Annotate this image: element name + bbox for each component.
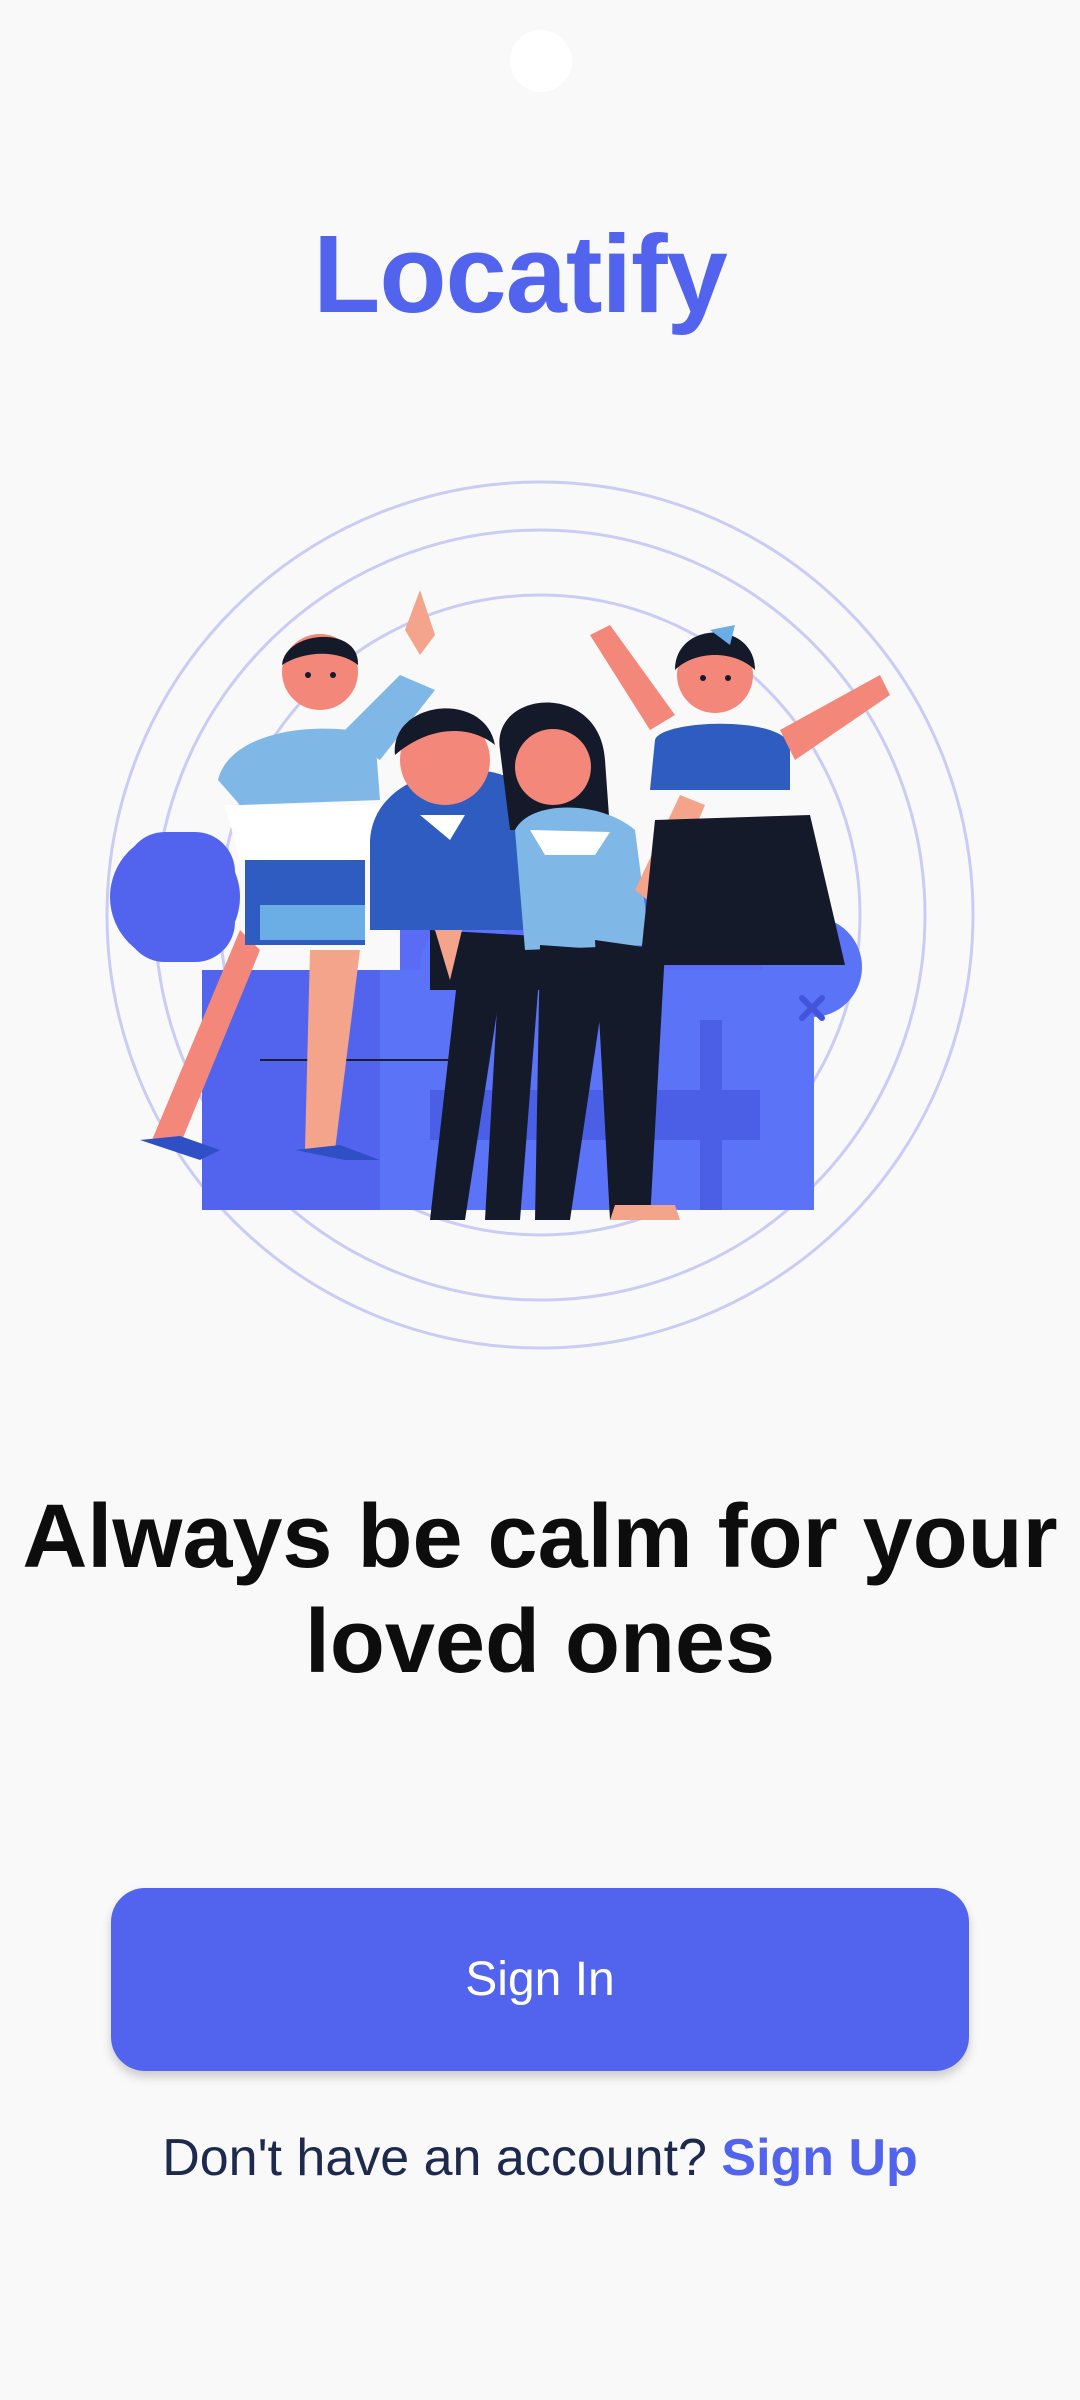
sign-in-button[interactable]: Sign In [111, 1888, 969, 2071]
headline-line-2: loved ones [304, 1592, 776, 1692]
headline: Always be calm for your loved ones [0, 1485, 1080, 1695]
app-title: Locatify [313, 213, 728, 336]
welcome-screen: Locatify Always be calm for your loved o… [0, 0, 1080, 2400]
signup-prompt-row: Don't have an account? Sign Up [0, 2128, 1080, 2188]
camera-cutout [510, 30, 572, 92]
headline-line-1: Always be calm for your [22, 1487, 1058, 1587]
family-on-couch-illustration [105, 480, 975, 1350]
signup-prompt-text: Don't have an account? [162, 2129, 722, 2187]
sign-up-link[interactable]: Sign Up [721, 2129, 917, 2187]
